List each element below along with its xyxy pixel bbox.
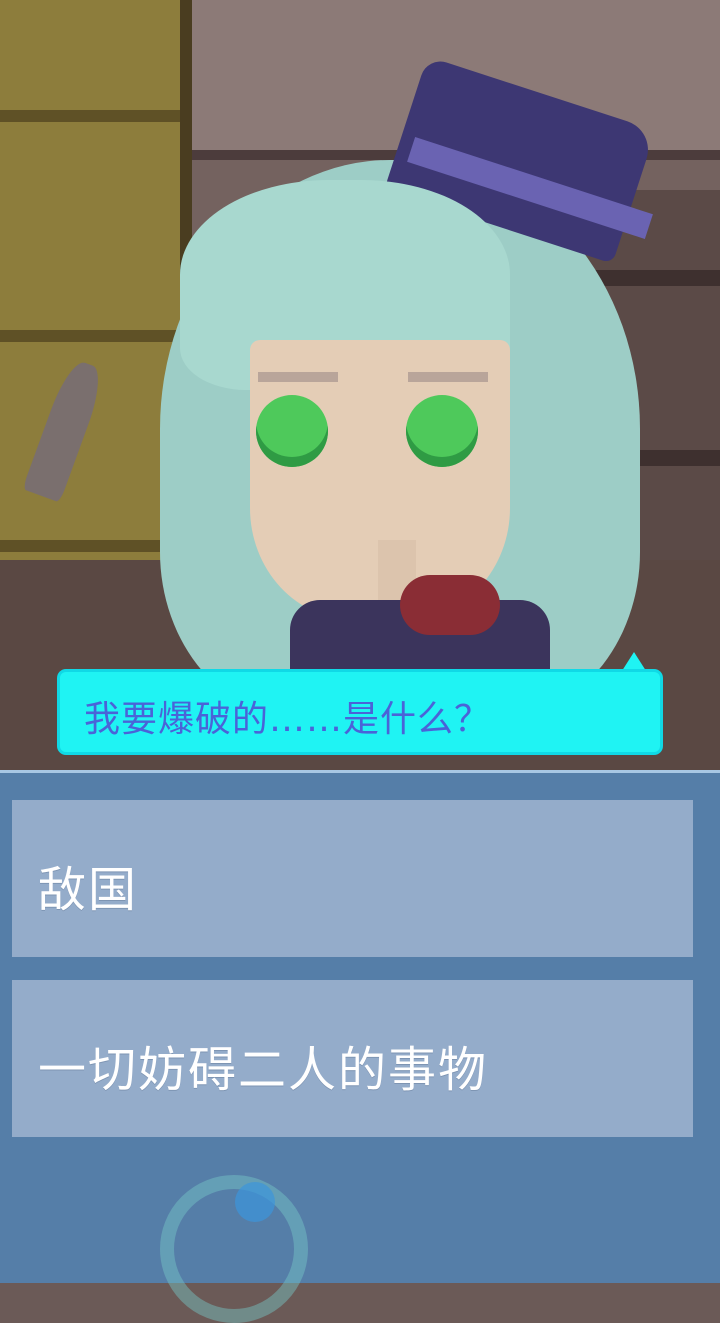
character-right-eye bbox=[406, 395, 478, 467]
dialogue-text: 我要爆破的……是什么？ bbox=[84, 699, 492, 740]
orb-decoration bbox=[235, 1182, 275, 1222]
character-left-eye bbox=[256, 395, 328, 467]
character-left-brow bbox=[258, 372, 338, 382]
ring-decoration bbox=[160, 1175, 308, 1323]
speech-bubble-tail bbox=[620, 652, 648, 674]
character-right-brow bbox=[408, 372, 488, 382]
speech-bubble: 我要爆破的……是什么？ bbox=[60, 672, 660, 752]
choice-button-all-obstacles[interactable]: 一切妨碍二人的事物 bbox=[12, 980, 693, 1137]
choice-label: 一切妨碍二人的事物 bbox=[38, 1044, 489, 1097]
choice-button-enemy-nation[interactable]: 敌国 bbox=[12, 800, 693, 957]
character-bow bbox=[400, 575, 500, 635]
choice-label: 敌国 bbox=[38, 864, 139, 917]
